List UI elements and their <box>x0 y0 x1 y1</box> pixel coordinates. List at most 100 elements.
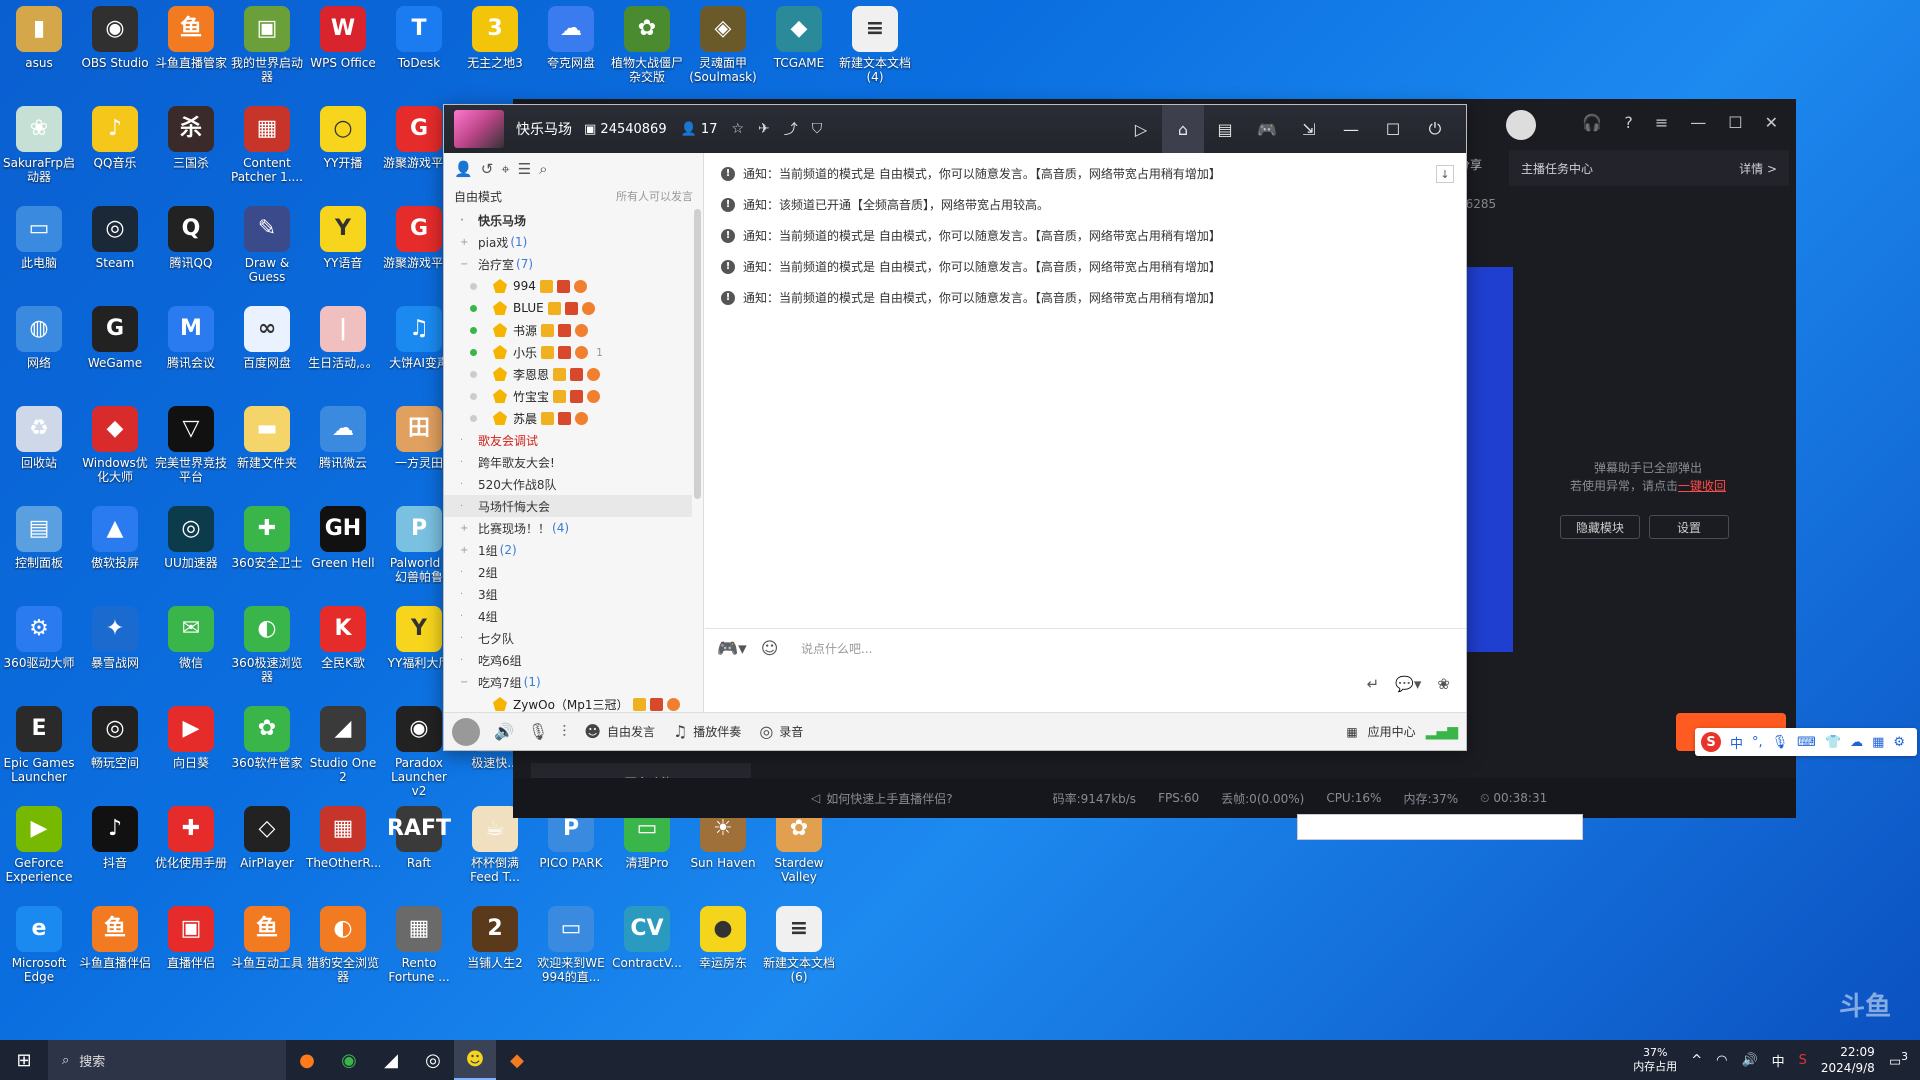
grid-icon[interactable]: ▦ <box>1346 725 1357 739</box>
chat-bubble-icon[interactable]: 💬▾ <box>1395 675 1421 693</box>
desktop-icon[interactable]: ≡ 新建文本文档(6) <box>762 906 836 984</box>
expand-icon[interactable]: · <box>460 655 470 666</box>
desktop-icon[interactable]: ▣ 直播伴侣 <box>154 906 228 970</box>
desktop-icon[interactable]: ● 幸运房东 <box>686 906 760 970</box>
channel-item[interactable]: · 跨年歌友大会! <box>444 451 692 473</box>
steam-taskbar-icon[interactable]: ◎ <box>412 1040 454 1080</box>
desktop-icon[interactable]: ◎ UU加速器 <box>154 506 228 570</box>
desktop-icon[interactable]: ▤ 控制面板 <box>2 506 76 570</box>
desktop-icon[interactable]: ☁ 夸克网盘 <box>534 6 608 70</box>
desktop-icon[interactable]: ◇ AirPlayer <box>230 806 304 870</box>
desktop-icon[interactable]: ♪ QQ音乐 <box>78 106 152 170</box>
maximize-icon[interactable]: ☐ <box>1728 113 1742 132</box>
game-emoji-icon[interactable]: 🎮▾ <box>717 639 747 659</box>
speaker-icon[interactable]: 🔊 <box>494 722 514 741</box>
desktop-icon[interactable]: ▬ 新建文件夹 <box>230 406 304 470</box>
ime-punct[interactable]: °, <box>1752 735 1763 750</box>
channel-user[interactable]: 竹宝宝 <box>444 385 692 407</box>
channel-item[interactable]: · 4组 <box>444 605 692 627</box>
app-center-button[interactable]: 应用中心 <box>1368 723 1416 740</box>
maximize-icon[interactable]: ☐ <box>1372 105 1414 153</box>
skin-icon[interactable]: 👕 <box>1825 735 1841 750</box>
collapse-icon[interactable]: − <box>460 677 470 688</box>
desktop-icon[interactable]: ✉ 微信 <box>154 606 228 670</box>
desktop-icon[interactable]: ▦ TheOtherR... <box>306 806 380 870</box>
desktop-icon[interactable]: CV ContractV... <box>610 906 684 970</box>
gamepad-icon[interactable]: 🎮 <box>1246 105 1288 153</box>
desktop-icon[interactable]: 3 无主之地3 <box>458 6 532 70</box>
channel-item[interactable]: − 吃鸡7组 (1) <box>444 671 692 693</box>
task-center-detail-link[interactable]: 详情 > <box>1739 160 1777 177</box>
desktop-icon[interactable]: ▭ 欢迎来到WE 994的直... <box>534 906 608 984</box>
flower-gift-icon[interactable]: ❀ <box>1437 675 1450 693</box>
collapse-icon[interactable]: − <box>460 259 470 270</box>
desktop-icon[interactable]: ▦ Rento Fortune ... <box>382 906 456 984</box>
desktop-icon[interactable]: ◉ OBS Studio <box>78 6 152 70</box>
channel-item[interactable]: · 2组 <box>444 561 692 583</box>
cloud-icon[interactable]: ☁ <box>1850 735 1863 750</box>
chrome-icon[interactable]: ◉ <box>328 1040 370 1080</box>
expand-icon[interactable]: · <box>460 589 470 600</box>
user-icon[interactable]: 👤 <box>454 160 473 178</box>
desktop-icon[interactable]: ▮ asus <box>2 6 76 70</box>
shield-icon[interactable]: ⛉ <box>812 121 823 137</box>
desktop-icon[interactable]: e Microsoft Edge <box>2 906 76 984</box>
windows-start-icon[interactable]: ⊞ <box>0 1040 48 1080</box>
channel-item[interactable]: + 比赛现场！！ (4) <box>444 517 692 539</box>
emoji-icon[interactable]: ☺ <box>761 639 779 659</box>
sogou-logo-icon[interactable]: S <box>1701 732 1721 752</box>
channel-item[interactable]: + pia戏 (1) <box>444 231 692 253</box>
desktop-icon[interactable]: E Epic Games Launcher <box>2 706 76 784</box>
mic-icon[interactable]: 🎙 <box>1772 735 1789 750</box>
desktop-icon[interactable]: | 生日活动,。。 <box>306 306 380 370</box>
channel-user[interactable]: 苏晨 <box>444 407 692 429</box>
obs-taskbar-icon[interactable]: ◢ <box>370 1040 412 1080</box>
menu-icon[interactable]: ≡ <box>1655 113 1668 132</box>
channel-item[interactable]: · 3组 <box>444 583 692 605</box>
hide-module-button[interactable]: 隐藏模块 <box>1560 515 1640 539</box>
channel-user[interactable]: ZywOo（Mp1三冠） <box>444 693 692 714</box>
chat-input[interactable] <box>801 637 1301 661</box>
record-button[interactable]: ◎ 录音 <box>759 722 803 741</box>
minimize-icon[interactable]: — <box>1330 105 1372 153</box>
power-icon[interactable]: ⏻ <box>1414 105 1456 153</box>
headset-icon[interactable]: 🎧 <box>1582 113 1602 132</box>
desktop-icon[interactable]: G WeGame <box>78 306 152 370</box>
minimize-icon[interactable]: — <box>1690 113 1706 132</box>
free-speech-button[interactable]: ☻ 自由发言 <box>584 722 655 741</box>
desktop-icon[interactable]: ✚ 360安全卫士 <box>230 506 304 570</box>
volume-icon[interactable]: 🔊 <box>1741 1053 1757 1068</box>
expand-icon[interactable]: · <box>460 215 470 226</box>
notification-icon[interactable]: ▭3 <box>1889 1050 1908 1069</box>
settings-button[interactable]: 设置 <box>1649 515 1729 539</box>
mini-search-bar[interactable] <box>1297 814 1583 840</box>
streamer-avatar[interactable] <box>1506 110 1536 140</box>
desktop-icon[interactable]: ✚ 优化使用手册 <box>154 806 228 870</box>
desktop-icon[interactable]: ♪ 抖音 <box>78 806 152 870</box>
close-icon[interactable]: ✕ <box>1765 113 1778 132</box>
tools-icon[interactable]: ▦ <box>1872 735 1884 750</box>
star-icon[interactable]: ☆ <box>731 121 744 137</box>
expand-icon[interactable]: + <box>460 545 470 556</box>
firefox-icon[interactable]: ● <box>286 1040 328 1080</box>
wifi-icon[interactable]: ◠ <box>1716 1053 1727 1068</box>
microphone-icon[interactable]: 🎙 <box>528 722 548 741</box>
help-link[interactable]: 如何快速上手直播伴侣? <box>826 790 952 807</box>
board-icon[interactable]: ▤ <box>1204 105 1246 153</box>
desktop-icon[interactable]: ✿ 植物大战僵尸杂交版 <box>610 6 684 84</box>
help-icon[interactable]: ? <box>1624 113 1633 132</box>
desktop-icon[interactable]: W WPS Office <box>306 6 380 70</box>
danmu-recall-link[interactable]: 一键收回 <box>1678 479 1726 493</box>
expand-icon[interactable]: · <box>460 567 470 578</box>
desktop-icon[interactable]: ◍ 网络 <box>2 306 76 370</box>
desktop-icon[interactable]: ▣ 我的世界启动器 <box>230 6 304 84</box>
desktop-icon[interactable]: ▭ 此电脑 <box>2 206 76 270</box>
desktop-icon[interactable]: RAFT Raft <box>382 806 456 870</box>
channel-item[interactable]: − 治疗室 (7) <box>444 253 692 275</box>
expand-icon[interactable]: + <box>460 523 470 534</box>
desktop-icon[interactable]: ◆ TCGAME <box>762 6 836 70</box>
channel-item[interactable]: · 520大作战8队 <box>444 473 692 495</box>
desktop-icon[interactable]: Y YY语音 <box>306 206 380 270</box>
desktop-icon[interactable]: ✦ 暴雪战网 <box>78 606 152 670</box>
desktop-icon[interactable]: ◎ Steam <box>78 206 152 270</box>
